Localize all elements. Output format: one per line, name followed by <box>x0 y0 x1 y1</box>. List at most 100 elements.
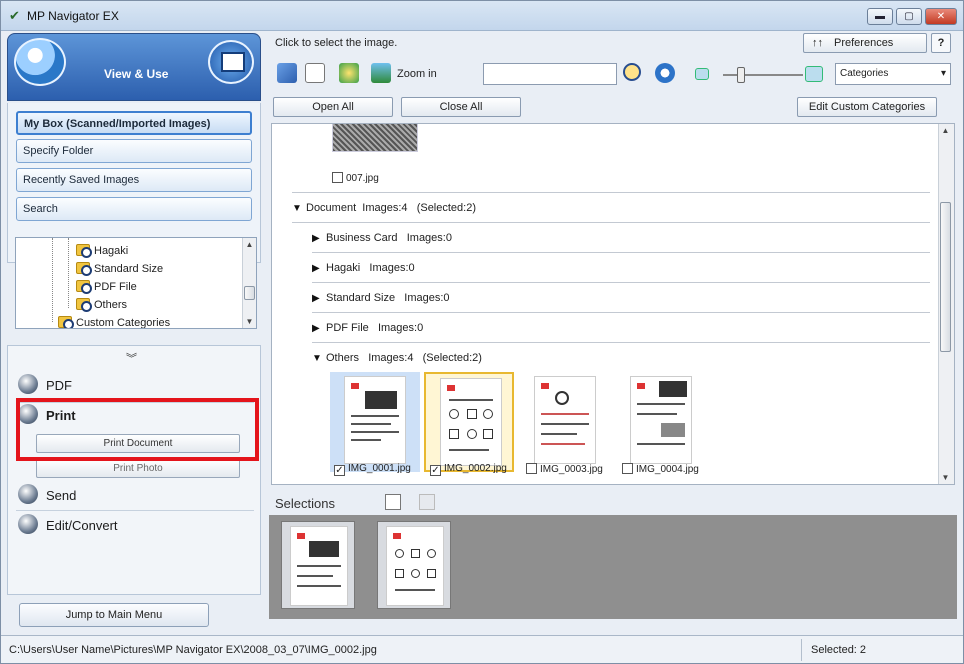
checkbox[interactable] <box>332 172 343 183</box>
category-others[interactable]: ▼ Others Images:4 (Selected:2) <box>312 352 482 372</box>
scroll-thumb[interactable] <box>940 202 951 352</box>
action-edit-convert[interactable]: Edit/Convert <box>18 514 118 536</box>
preferences-button[interactable]: Preferences <box>803 33 927 53</box>
action-label: Edit/Convert <box>46 518 118 534</box>
help-button[interactable]: ? <box>931 33 951 53</box>
thumbnail-caption[interactable]: IMG_0003.jpg <box>526 463 603 475</box>
category-select[interactable]: Categories <box>835 63 951 85</box>
action-send[interactable]: Send <box>18 484 76 506</box>
window-title: MP Navigator EX <box>27 9 119 23</box>
expanded-icon[interactable]: ▼ <box>312 353 326 364</box>
tree-guide-line <box>52 238 53 322</box>
divider <box>312 282 930 283</box>
print-photo-button[interactable]: Print Photo <box>36 459 240 478</box>
edit-custom-categories-button[interactable]: Edit Custom Categories <box>797 97 937 117</box>
category-count: Images:0 <box>377 322 424 334</box>
view-single-icon[interactable] <box>419 494 435 510</box>
category-name: Document <box>306 202 357 214</box>
action-label: Send <box>46 488 77 504</box>
category-name: Standard Size <box>326 292 396 304</box>
nav-search[interactable]: Search <box>16 197 252 221</box>
thumbnail-007[interactable] <box>332 124 418 152</box>
folder-search-icon <box>76 244 92 258</box>
collapse-chevron-icon[interactable]: ︾ <box>126 350 137 366</box>
checkbox[interactable] <box>526 463 537 474</box>
tree-item-others[interactable]: Others <box>76 298 127 314</box>
monitor-icon[interactable] <box>208 40 254 84</box>
checkbox[interactable] <box>622 463 633 474</box>
category-count: Images:0 <box>369 262 415 274</box>
thumbnail-caption[interactable]: IMG_0004.jpg <box>622 463 699 475</box>
category-tree: Hagaki Standard Size PDF File Others Cus… <box>15 237 257 329</box>
jump-to-main-menu-button[interactable]: Jump to Main Menu <box>19 603 209 627</box>
nav-recently-saved[interactable]: Recently Saved Images <box>16 168 252 192</box>
collapsed-icon[interactable]: ▶ <box>312 263 326 274</box>
refresh-icon[interactable] <box>655 63 675 83</box>
tree-item-hagaki[interactable]: Hagaki <box>76 244 128 260</box>
search-input[interactable] <box>483 63 617 85</box>
folder-search-icon <box>58 316 74 328</box>
pen-icon <box>18 514 38 534</box>
thumbnail-img-0004[interactable] <box>616 372 706 472</box>
close-button[interactable]: ✕ <box>925 8 957 25</box>
category-pdf-file[interactable]: ▶ PDF File Images:0 <box>312 322 423 342</box>
collapsed-icon[interactable]: ▶ <box>312 293 326 304</box>
selections-label: Selections <box>275 496 335 511</box>
category-document[interactable]: ▼ Document Images:4 (Selected:2) <box>292 202 476 222</box>
thumbnail-img-0001[interactable] <box>330 372 420 472</box>
view-grid-icon[interactable] <box>305 63 325 83</box>
thumbnail-img-0003[interactable] <box>520 372 610 472</box>
expanded-icon[interactable]: ▼ <box>292 203 306 214</box>
divider <box>292 192 930 193</box>
category-hagaki[interactable]: ▶ Hagaki Images:0 <box>312 262 415 282</box>
scroll-down-icon[interactable]: ▼ <box>243 315 256 328</box>
scroll-down-icon[interactable]: ▼ <box>939 471 952 484</box>
scroll-up-icon[interactable]: ▲ <box>243 238 256 251</box>
selected-thumbnail[interactable] <box>281 521 355 609</box>
tree-scrollbar[interactable]: ▲ ▼ <box>242 238 256 328</box>
category-name: Business Card <box>326 232 398 244</box>
thumbnail-img-0002[interactable] <box>424 372 514 472</box>
collapsed-icon[interactable]: ▶ <box>312 323 326 334</box>
divider <box>16 510 254 511</box>
correct-image-icon[interactable] <box>339 63 359 83</box>
minimize-button[interactable]: ▬ <box>867 8 893 25</box>
small-image-icon <box>695 68 709 80</box>
category-business-card[interactable]: ▶ Business Card Images:0 <box>312 232 452 252</box>
checkbox-checked[interactable]: ✓ <box>334 465 345 476</box>
close-all-button[interactable]: Close All <box>401 97 521 117</box>
list-scrollbar[interactable]: ▲ ▼ <box>938 124 954 484</box>
checkbox-checked[interactable]: ✓ <box>430 465 441 476</box>
search-icon[interactable] <box>623 63 641 81</box>
title-bar: ✔ MP Navigator EX ▬ ▢ ✕ <box>1 1 963 31</box>
open-all-button[interactable]: Open All <box>273 97 393 117</box>
image-list: 007.jpg ▼ Document Images:4 (Selected:2) … <box>271 123 955 485</box>
status-bar: C:\Users\User Name\Pictures\MP Navigator… <box>1 635 963 663</box>
category-standard-size[interactable]: ▶ Standard Size Images:0 <box>312 292 450 312</box>
tree-item-label: Others <box>94 299 128 311</box>
scroll-up-icon[interactable]: ▲ <box>939 124 952 137</box>
selected-thumbnail[interactable] <box>377 521 451 609</box>
tree-item-custom-categories[interactable]: Custom Categories <box>58 316 170 328</box>
thumbnail-caption[interactable]: ✓ IMG_0001.jpg <box>334 463 411 476</box>
view-grid-icon[interactable] <box>385 494 401 510</box>
scroll-thumb[interactable] <box>244 286 255 300</box>
maximize-button[interactable]: ▢ <box>896 8 922 25</box>
nav-specify-folder[interactable]: Specify Folder <box>16 139 252 163</box>
size-slider-track[interactable] <box>723 74 803 76</box>
collapsed-icon[interactable]: ▶ <box>312 233 326 244</box>
thumbnail-caption[interactable]: ✓ IMG_0002.jpg <box>430 463 507 476</box>
action-pdf[interactable]: PDF <box>18 374 72 396</box>
thumbnail-caption[interactable]: 007.jpg <box>332 172 379 184</box>
large-image-icon <box>805 66 823 82</box>
nav-my-box[interactable]: My Box (Scanned/Imported Images) <box>16 111 252 135</box>
category-name: Others <box>326 352 360 364</box>
view-large-icon[interactable] <box>277 63 297 83</box>
file-name: IMG_0001.jpg <box>348 463 411 474</box>
tree-item-pdf-file[interactable]: PDF File <box>76 280 137 296</box>
mail-icon <box>18 484 38 504</box>
tree-item-standard-size[interactable]: Standard Size <box>76 262 163 278</box>
category-name: Hagaki <box>326 262 361 274</box>
size-slider-thumb[interactable] <box>737 67 745 83</box>
zoom-in-icon[interactable] <box>371 63 391 83</box>
